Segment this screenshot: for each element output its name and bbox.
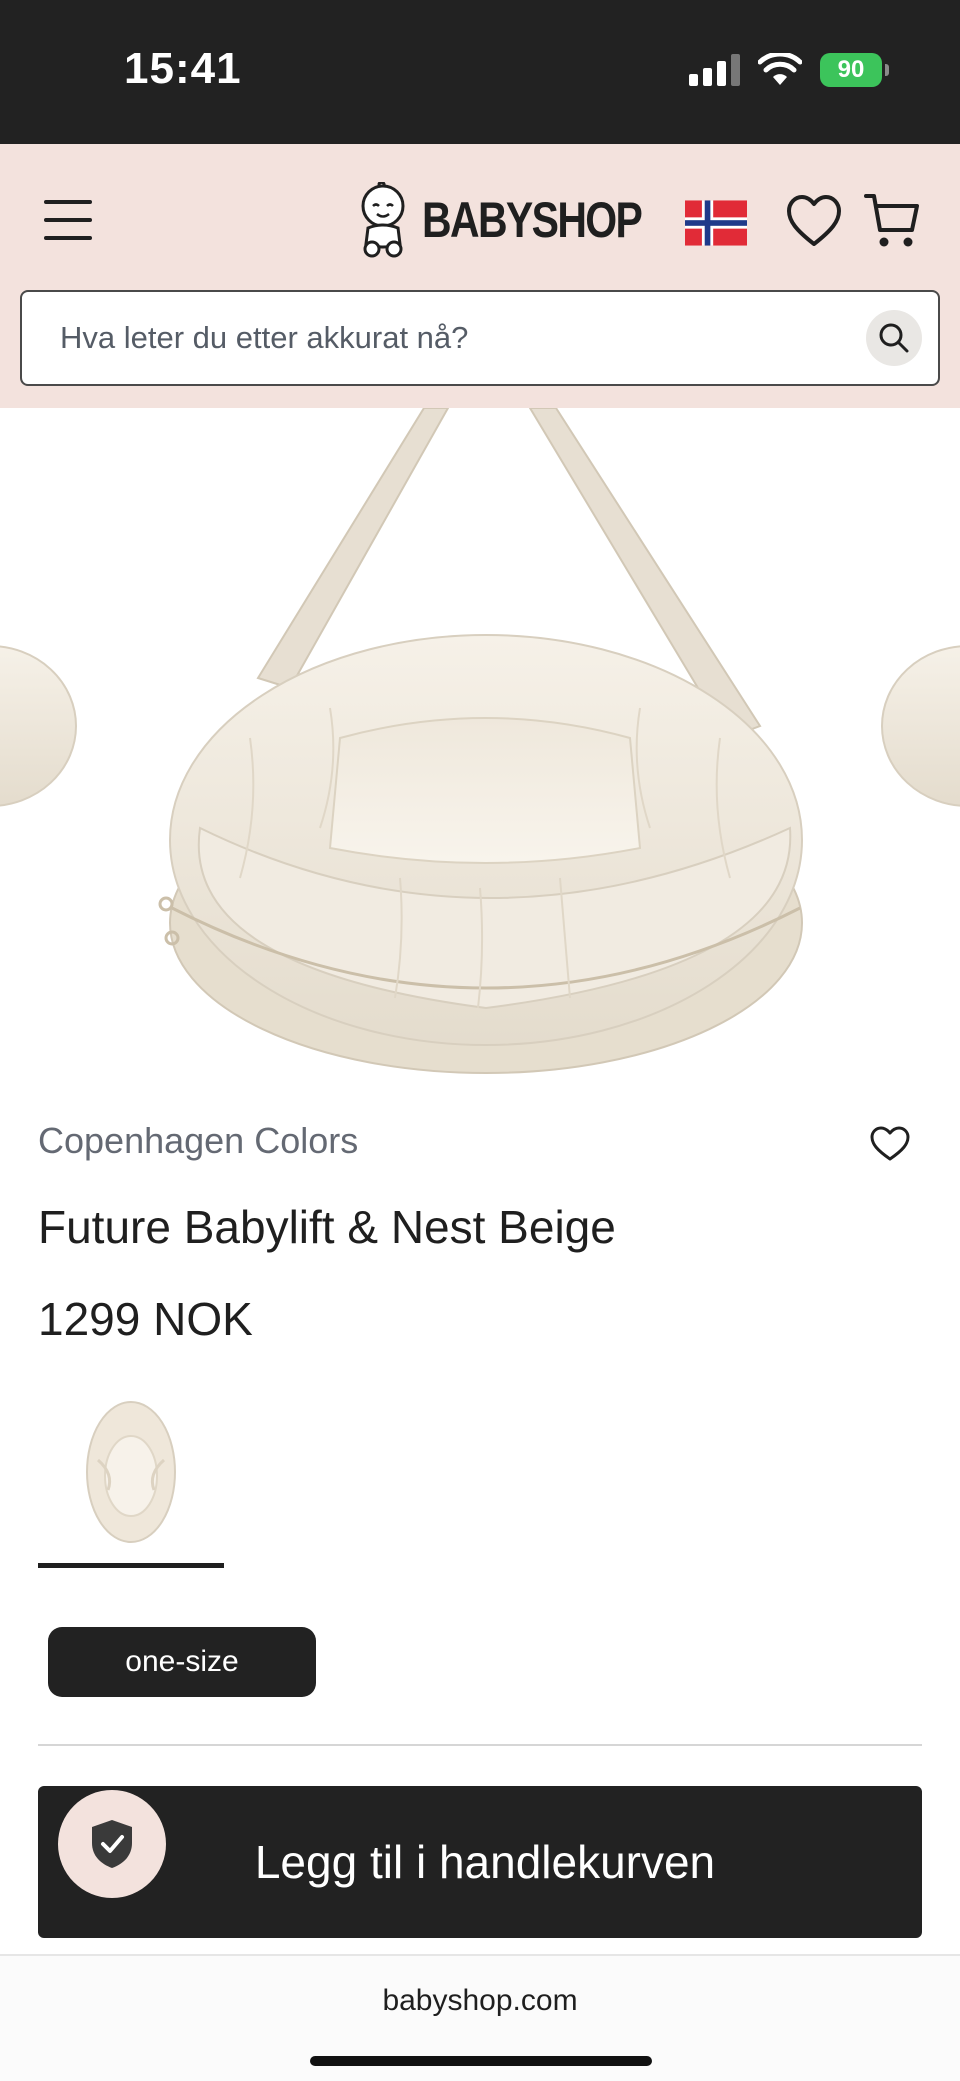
add-to-cart-label: Legg til i handlekurven [254, 1836, 716, 1888]
variant-image [86, 1401, 176, 1543]
divider [38, 1744, 922, 1746]
product-image-carousel[interactable] [0, 408, 960, 1098]
battery-level: 90 [837, 56, 865, 83]
cart-icon[interactable] [864, 192, 920, 250]
babyshop-logo[interactable]: BABYSHOP [356, 180, 689, 260]
wifi-icon [758, 53, 802, 85]
color-variant-thumbnail[interactable] [38, 1390, 224, 1568]
selected-variant-indicator [38, 1563, 224, 1568]
menu-icon[interactable] [44, 200, 92, 240]
heart-icon[interactable] [786, 194, 842, 248]
search-button[interactable] [866, 310, 922, 366]
battery-icon: 90 [820, 53, 889, 87]
search-bar [20, 290, 940, 386]
trust-badge[interactable] [58, 1790, 166, 1898]
product-price: 1299 NOK [38, 1293, 253, 1345]
size-option-one-size[interactable]: one-size [48, 1627, 316, 1697]
logo-text: BABYSHOP [422, 192, 643, 248]
product-image [0, 408, 960, 1074]
baby-logo-icon [361, 182, 405, 258]
shield-check-icon [92, 1820, 132, 1868]
browser-url[interactable]: babyshop.com [0, 1984, 960, 2018]
product-brand[interactable]: Copenhagen Colors [38, 1120, 358, 1162]
favorite-heart-icon[interactable] [870, 1126, 910, 1162]
browser-bottom-bar: babyshop.com [0, 1954, 960, 2081]
site-header: BABYSHOP [0, 144, 960, 408]
product-title: Future Babylift & Nest Beige [38, 1201, 616, 1253]
search-input[interactable] [60, 292, 840, 384]
status-icons: 90 [689, 50, 889, 90]
search-icon [879, 323, 909, 353]
add-to-cart-button[interactable]: Legg til i handlekurven [38, 1786, 922, 1938]
home-indicator[interactable] [310, 2056, 652, 2066]
status-time: 15:41 [124, 44, 242, 93]
cellular-signal-icon [689, 54, 740, 86]
norway-flag-icon[interactable] [685, 200, 747, 246]
status-bar: 15:41 90 [0, 0, 960, 144]
